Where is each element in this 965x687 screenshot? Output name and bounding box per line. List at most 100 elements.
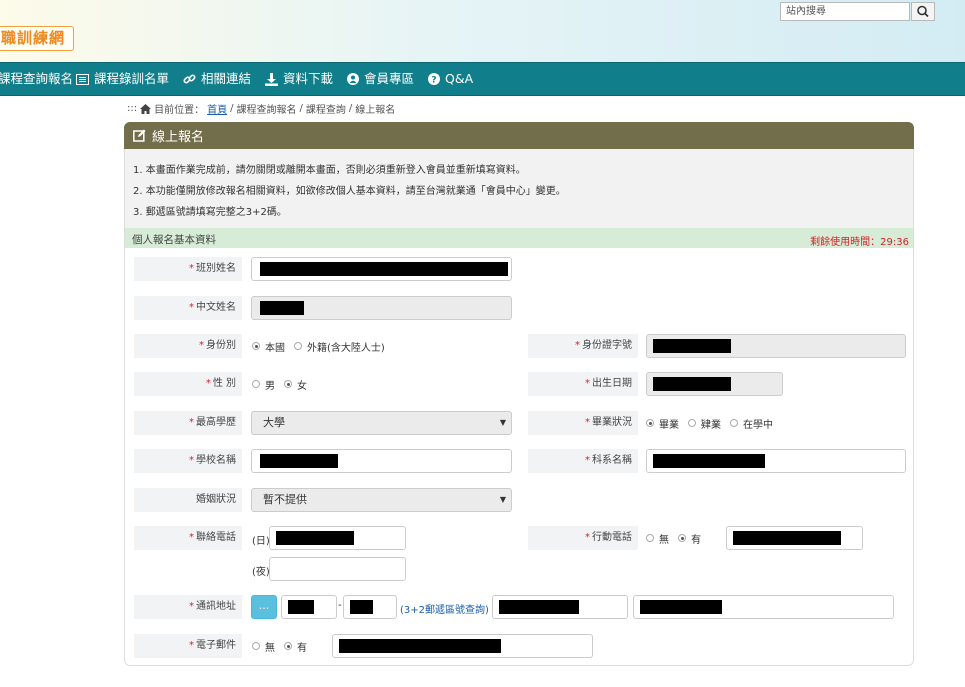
nav-label: 課程錄訓名單 bbox=[94, 71, 170, 86]
redacted-value bbox=[288, 600, 314, 614]
breadcrumb-sep: / bbox=[348, 103, 353, 114]
notice-box: 1. 本畫面作業完成前，請勿關閉或離開本畫面，否則必須重新登入會員並重新填寫資料… bbox=[125, 149, 913, 228]
breadcrumb-online-signup: 線上報名 bbox=[355, 105, 396, 116]
site-logo[interactable]: 職訓練網 bbox=[0, 26, 75, 51]
radio-button[interactable] bbox=[252, 342, 260, 350]
chinese-name-label: * 中文姓名 bbox=[134, 296, 242, 320]
mobile-label: * 行動電話 bbox=[528, 526, 638, 550]
radio-button[interactable] bbox=[646, 534, 654, 542]
address-city-field[interactable] bbox=[492, 595, 628, 619]
search-button[interactable] bbox=[911, 2, 935, 21]
class-name-field[interactable] bbox=[251, 257, 512, 281]
zip-code-field[interactable] bbox=[281, 595, 337, 619]
nav-downloads[interactable]: 資料下載 bbox=[265, 63, 333, 95]
id-number-label: * 身份證字號 bbox=[528, 334, 638, 358]
radio-button[interactable] bbox=[678, 534, 686, 542]
identity-option-local[interactable]: 本國 bbox=[252, 339, 285, 354]
label-text: 科系名稱 bbox=[592, 455, 632, 466]
phone-label: * 聯絡電話 bbox=[134, 526, 242, 550]
marital-select[interactable]: 暫不提供 ▼ bbox=[251, 488, 512, 512]
school-field[interactable] bbox=[251, 449, 512, 473]
graduation-radio-group: 畢業 肄業 在學中 bbox=[646, 411, 782, 435]
question-icon: ? bbox=[428, 73, 440, 85]
radio-button[interactable] bbox=[294, 342, 302, 350]
notice-line: 2. 本功能僅開放修改報名相關資料，如欲修改個人基本資料，請至台灣就業通「會員中… bbox=[133, 186, 566, 197]
nav-label: 資料下載 bbox=[283, 71, 334, 86]
radio-button[interactable] bbox=[284, 642, 292, 650]
radio-button[interactable] bbox=[284, 380, 292, 388]
breadcrumb-course-search: 課程查詢 bbox=[305, 105, 346, 116]
school-label: * 學校名稱 bbox=[134, 449, 242, 473]
nav-member-area[interactable]: 會員專區 bbox=[347, 63, 414, 95]
gender-label: * 性 別 bbox=[134, 372, 242, 396]
identity-option-foreign[interactable]: 外籍(含大陸人士) bbox=[294, 339, 385, 354]
main-nav: 課程查詢報名 課程錄訓名單 相關連結 資料下載 會員專區 ? Q&A bbox=[0, 62, 965, 96]
required-mark: * bbox=[189, 455, 194, 466]
breadcrumb-course-signup: 課程查詢報名 bbox=[236, 105, 297, 116]
redacted-value bbox=[339, 639, 501, 653]
phone-night-field[interactable] bbox=[269, 557, 406, 581]
graduation-option-studying[interactable]: 在學中 bbox=[730, 416, 773, 431]
label-text: 班別姓名 bbox=[196, 263, 236, 274]
required-mark: * bbox=[585, 455, 590, 466]
nav-label: Q&A bbox=[445, 71, 474, 86]
nav-course-admission-list[interactable]: 課程錄訓名單 bbox=[76, 63, 169, 95]
graduation-option-incomplete[interactable]: 肄業 bbox=[688, 416, 721, 431]
redacted-value bbox=[640, 600, 722, 614]
required-mark: * bbox=[205, 378, 211, 389]
email-option-none[interactable]: 無 bbox=[252, 639, 275, 654]
address-label: * 通訊地址 bbox=[134, 595, 242, 619]
required-mark: * bbox=[189, 532, 194, 543]
email-label: * 電子郵件 bbox=[134, 634, 242, 658]
radio-button[interactable] bbox=[688, 419, 696, 427]
nav-label: 會員專區 bbox=[364, 71, 415, 86]
redacted-value bbox=[499, 600, 579, 614]
mobile-option-has[interactable]: 有 bbox=[678, 531, 701, 546]
gender-option-female[interactable]: 女 bbox=[284, 377, 307, 392]
redacted-value bbox=[260, 262, 508, 276]
panel-title: 線上報名 bbox=[152, 130, 205, 145]
option-label: 外籍(含大陸人士) bbox=[307, 342, 385, 354]
nav-qa[interactable]: ? Q&A bbox=[428, 63, 473, 95]
label-text: 畢業狀況 bbox=[592, 417, 632, 428]
nav-label: 課程查詢報名 bbox=[0, 71, 74, 86]
nav-related-links[interactable]: 相關連結 bbox=[183, 63, 251, 95]
address-picker-button[interactable]: ... bbox=[251, 595, 277, 619]
option-label: 在學中 bbox=[743, 419, 773, 431]
email-option-has[interactable]: 有 bbox=[284, 639, 307, 654]
nav-course-signup[interactable]: 課程查詢報名 bbox=[0, 63, 73, 95]
department-field[interactable] bbox=[646, 449, 906, 473]
zip-lookup-link[interactable]: (3+2郵遞區號查詢) bbox=[400, 601, 489, 616]
phone-night-prefix: (夜) bbox=[252, 567, 270, 578]
label-text: 身份別 bbox=[206, 340, 236, 351]
redacted-value bbox=[260, 301, 304, 315]
radio-button[interactable] bbox=[730, 419, 738, 427]
breadcrumb-current-label: 目前位置： bbox=[154, 105, 205, 116]
home-icon bbox=[140, 103, 152, 114]
svg-text:?: ? bbox=[431, 76, 436, 86]
radio-button[interactable] bbox=[252, 642, 260, 650]
mobile-field[interactable] bbox=[726, 526, 863, 550]
redacted-value bbox=[653, 377, 731, 391]
identity-radio-group: 本國 外籍(含大陸人士) bbox=[252, 334, 394, 358]
email-field[interactable] bbox=[332, 634, 593, 658]
breadcrumb-sep: / bbox=[230, 103, 234, 114]
notice-line: 3. 郵遞區號請填寫完整之3+2碼。 bbox=[133, 207, 287, 218]
zip-suffix-field[interactable] bbox=[343, 595, 397, 619]
radio-button[interactable] bbox=[646, 419, 654, 427]
list-icon bbox=[76, 73, 89, 85]
graduation-option-graduated[interactable]: 畢業 bbox=[646, 416, 679, 431]
option-label: 有 bbox=[297, 642, 307, 654]
required-mark: * bbox=[189, 601, 194, 612]
graduation-label: * 畢業狀況 bbox=[528, 411, 638, 435]
mobile-option-none[interactable]: 無 bbox=[646, 531, 669, 546]
gender-option-male[interactable]: 男 bbox=[252, 377, 275, 392]
chevron-down-icon: ▼ bbox=[499, 495, 506, 504]
education-label: * 最高學歷 bbox=[134, 411, 242, 435]
phone-day-field[interactable] bbox=[269, 526, 406, 550]
radio-button[interactable] bbox=[252, 380, 260, 388]
site-search-input[interactable] bbox=[780, 2, 910, 21]
breadcrumb-home-link[interactable]: 首頁 bbox=[207, 101, 227, 116]
address-detail-field[interactable] bbox=[633, 595, 894, 619]
education-select[interactable]: 大學 ▼ bbox=[251, 411, 512, 435]
